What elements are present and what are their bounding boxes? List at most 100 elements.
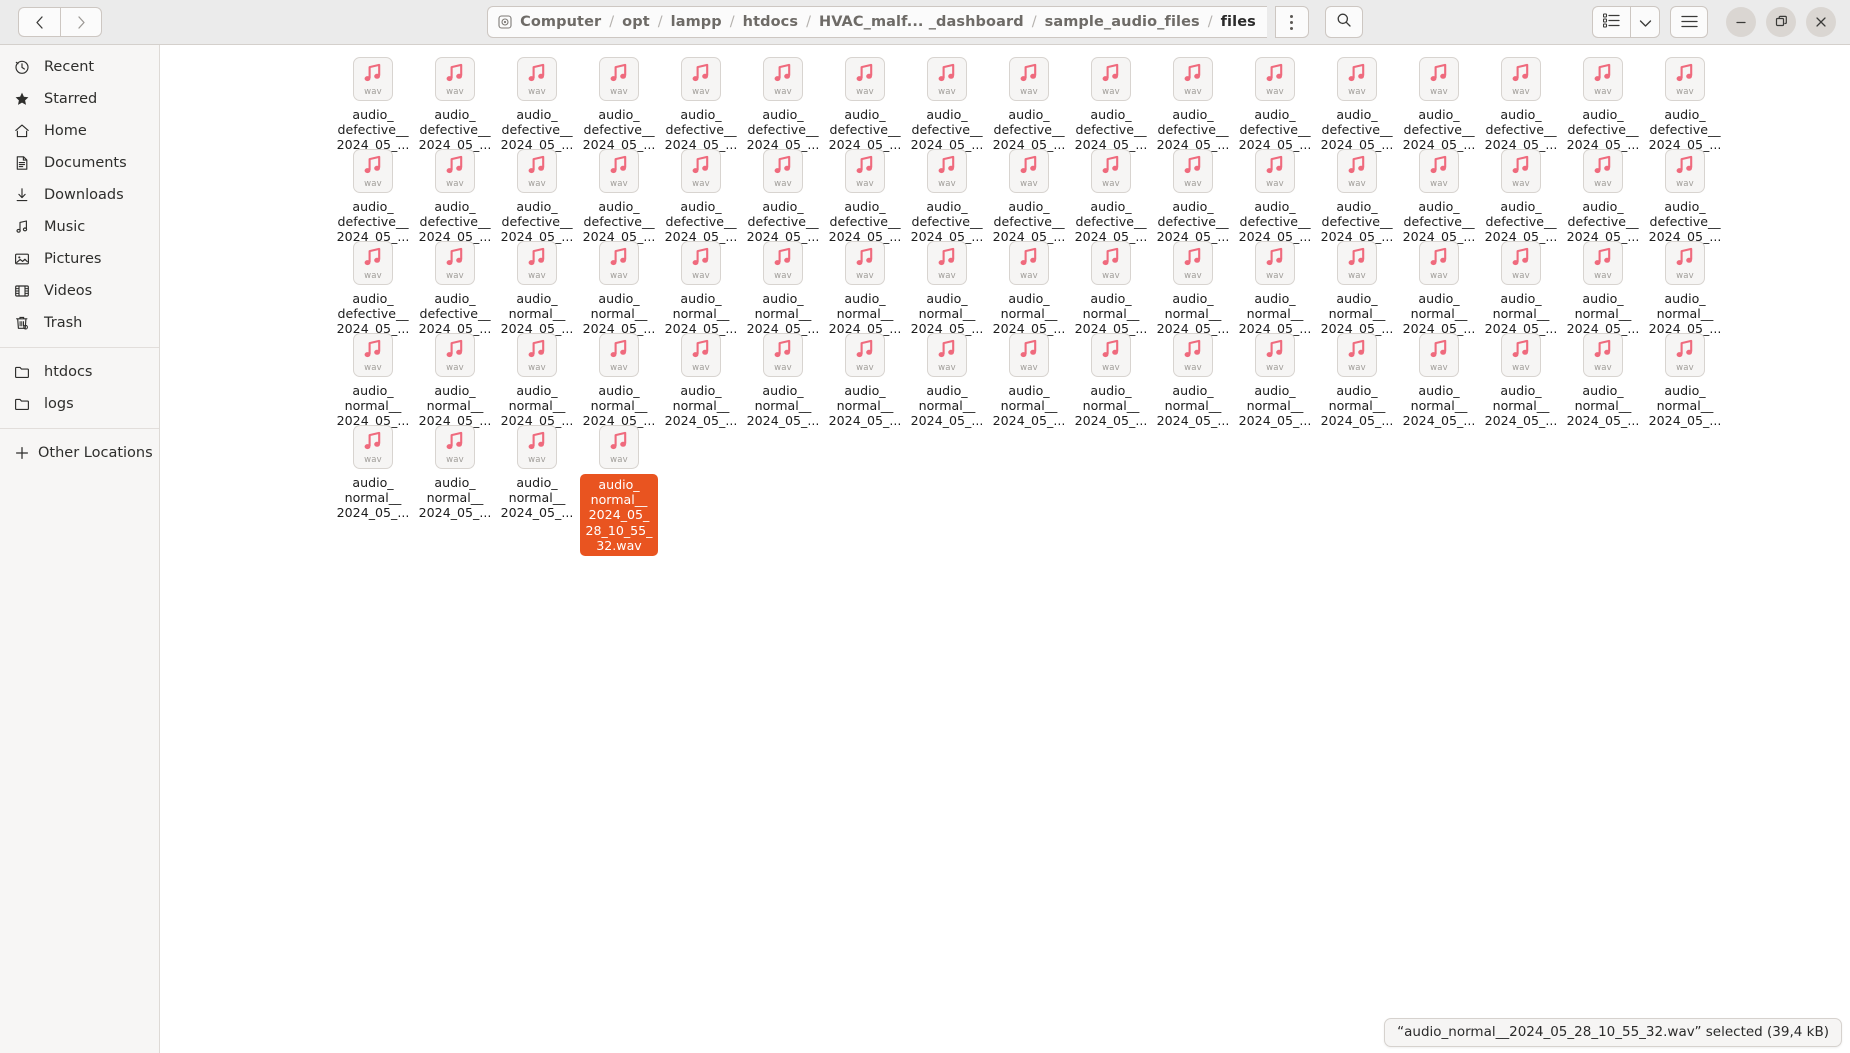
breadcrumb[interactable]: Computer / opt / lampp / htdocs / HVAC_m… <box>487 6 1267 38</box>
breadcrumb-item-opt[interactable]: opt <box>622 14 650 30</box>
file-item[interactable]: wav audio_ normal__ 2024_05_... <box>496 421 578 520</box>
file-item[interactable]: wav audio_ defective__ 2024_05_... <box>988 145 1070 244</box>
file-item[interactable]: wav audio_ normal__ 2024_05_... <box>332 421 414 520</box>
close-button[interactable] <box>1806 7 1836 37</box>
file-item[interactable]: wav audio_ defective__ 2024_05_... <box>1234 53 1316 152</box>
sidebar-item-videos[interactable]: Videos <box>6 275 153 307</box>
file-item[interactable]: wav audio_ normal__ 2024_05_... <box>1234 237 1316 336</box>
file-item[interactable]: wav audio_ normal__ 2024_05_... <box>496 237 578 336</box>
path-menu-button[interactable] <box>1274 6 1309 38</box>
file-item[interactable]: wav audio_ normal__ 2024_05_... <box>824 329 906 428</box>
file-item[interactable]: wav audio_ normal__ 2024_05_... <box>1398 329 1480 428</box>
file-item[interactable]: wav audio_ normal__ 2024_05_... <box>1152 329 1234 428</box>
file-item[interactable]: wav audio_ normal__ 2024_05_... <box>906 329 988 428</box>
file-item[interactable]: wav audio_ defective__ 2024_05_... <box>496 53 578 152</box>
file-item[interactable]: wav audio_ defective__ 2024_05_... <box>824 53 906 152</box>
file-item[interactable]: wav audio_ defective__ 2024_05_... <box>1562 145 1644 244</box>
file-item[interactable]: wav audio_ defective__ 2024_05_... <box>1644 145 1726 244</box>
file-item[interactable]: wav audio_ normal__ 2024_05_... <box>660 329 742 428</box>
file-item[interactable]: wav audio_ defective__ 2024_05_... <box>578 145 660 244</box>
file-item[interactable]: wav audio_ defective__ 2024_05_... <box>1316 53 1398 152</box>
main-menu-button[interactable] <box>1670 6 1708 38</box>
file-item[interactable]: wav audio_ normal__ 2024_05_... <box>1152 237 1234 336</box>
file-item[interactable]: wav audio_ defective__ 2024_05_... <box>1398 145 1480 244</box>
file-item[interactable]: wav audio_ defective__ 2024_05_... <box>742 53 824 152</box>
file-item[interactable]: wav audio_ normal__ 2024_05_... <box>660 237 742 336</box>
search-button[interactable] <box>1324 6 1363 38</box>
file-item[interactable]: wav audio_ defective__ 2024_05_... <box>660 53 742 152</box>
file-item[interactable]: wav audio_ defective__ 2024_05_... <box>414 237 496 336</box>
file-item[interactable]: wav audio_ defective__ 2024_05_... <box>578 53 660 152</box>
file-item[interactable]: wav audio_ defective__ 2024_05_... <box>660 145 742 244</box>
file-item[interactable]: wav audio_ defective__ 2024_05_... <box>1070 53 1152 152</box>
file-item[interactable]: wav audio_ normal__ 2024_05_... <box>824 237 906 336</box>
file-item[interactable]: wav audio_ normal__ 2024_05_... <box>1234 329 1316 428</box>
file-item-selected[interactable]: wav audio_ normal__ 2024_05_ 28_10_55_ 32.wav <box>578 421 660 557</box>
back-button[interactable] <box>18 7 60 37</box>
sidebar-item-documents[interactable]: Documents <box>6 147 153 179</box>
forward-button[interactable] <box>60 7 102 37</box>
file-item[interactable]: wav audio_ defective__ 2024_05_... <box>1480 145 1562 244</box>
sidebar-item-music[interactable]: Music <box>6 211 153 243</box>
minimize-button[interactable] <box>1726 7 1756 37</box>
sidebar-item-downloads[interactable]: Downloads <box>6 179 153 211</box>
file-item[interactable]: wav audio_ normal__ 2024_05_... <box>988 329 1070 428</box>
view-options-dropdown[interactable] <box>1630 6 1660 38</box>
sidebar-item-starred[interactable]: Starred <box>6 83 153 115</box>
file-item[interactable]: wav audio_ defective__ 2024_05_... <box>1562 53 1644 152</box>
file-item[interactable]: wav audio_ defective__ 2024_05_... <box>496 145 578 244</box>
sidebar-item-home[interactable]: Home <box>6 115 153 147</box>
file-item[interactable]: wav audio_ normal__ 2024_05_... <box>1070 237 1152 336</box>
file-item[interactable]: wav audio_ defective__ 2024_05_... <box>414 145 496 244</box>
breadcrumb-item-dashboard[interactable]: HVAC_malf... _dashboard <box>819 14 1024 30</box>
file-item[interactable]: wav audio_ normal__ 2024_05_... <box>1316 237 1398 336</box>
breadcrumb-item-lampp[interactable]: lampp <box>671 14 722 30</box>
sidebar-item-recent[interactable]: Recent <box>6 51 153 83</box>
file-item[interactable]: wav audio_ normal__ 2024_05_... <box>414 329 496 428</box>
file-item[interactable]: wav audio_ normal__ 2024_05_... <box>1562 329 1644 428</box>
file-item[interactable]: wav audio_ normal__ 2024_05_... <box>742 237 824 336</box>
file-item[interactable]: wav audio_ defective__ 2024_05_... <box>1398 53 1480 152</box>
file-item[interactable]: wav audio_ defective__ 2024_05_... <box>1152 145 1234 244</box>
file-item[interactable]: wav audio_ normal__ 2024_05_... <box>1644 329 1726 428</box>
file-item[interactable]: wav audio_ normal__ 2024_05_... <box>988 237 1070 336</box>
file-item[interactable]: wav audio_ normal__ 2024_05_... <box>1480 237 1562 336</box>
file-item[interactable]: wav audio_ defective__ 2024_05_... <box>1070 145 1152 244</box>
file-item[interactable]: wav audio_ normal__ 2024_05_... <box>742 329 824 428</box>
file-item[interactable]: wav audio_ defective__ 2024_05_... <box>1480 53 1562 152</box>
file-item[interactable]: wav audio_ defective__ 2024_05_... <box>332 145 414 244</box>
sidebar-item-htdocs[interactable]: htdocs <box>6 356 153 388</box>
breadcrumb-item-sample-audio-files[interactable]: sample_audio_files <box>1045 14 1200 30</box>
sidebar-item-trash[interactable]: Trash <box>6 307 153 339</box>
breadcrumb-item-computer[interactable]: Computer <box>520 14 601 30</box>
file-item[interactable]: wav audio_ defective__ 2024_05_... <box>332 53 414 152</box>
sidebar-item-logs[interactable]: logs <box>6 388 153 420</box>
sidebar-item-other-locations[interactable]: Other Locations <box>6 437 153 469</box>
file-item[interactable]: wav audio_ defective__ 2024_05_... <box>1234 145 1316 244</box>
file-item[interactable]: wav audio_ defective__ 2024_05_... <box>414 53 496 152</box>
file-item[interactable]: wav audio_ defective__ 2024_05_... <box>332 237 414 336</box>
file-item[interactable]: wav audio_ normal__ 2024_05_... <box>414 421 496 520</box>
file-item[interactable]: wav audio_ defective__ 2024_05_... <box>742 145 824 244</box>
file-item[interactable]: wav audio_ defective__ 2024_05_... <box>824 145 906 244</box>
file-item[interactable]: wav audio_ normal__ 2024_05_... <box>1644 237 1726 336</box>
file-item[interactable]: wav audio_ defective__ 2024_05_... <box>1644 53 1726 152</box>
breadcrumb-item-files[interactable]: files <box>1221 14 1256 30</box>
file-item[interactable]: wav audio_ normal__ 2024_05_... <box>578 237 660 336</box>
list-view-button[interactable] <box>1592 6 1630 38</box>
file-item[interactable]: wav audio_ defective__ 2024_05_... <box>1316 145 1398 244</box>
file-item[interactable]: wav audio_ normal__ 2024_05_... <box>578 329 660 428</box>
file-item[interactable]: wav audio_ normal__ 2024_05_... <box>1398 237 1480 336</box>
breadcrumb-item-htdocs[interactable]: htdocs <box>743 14 798 30</box>
file-item[interactable]: wav audio_ defective__ 2024_05_... <box>906 145 988 244</box>
file-item[interactable]: wav audio_ normal__ 2024_05_... <box>496 329 578 428</box>
sidebar-item-pictures[interactable]: Pictures <box>6 243 153 275</box>
file-item[interactable]: wav audio_ defective__ 2024_05_... <box>988 53 1070 152</box>
file-item[interactable]: wav audio_ normal__ 2024_05_... <box>906 237 988 336</box>
file-item[interactable]: wav audio_ normal__ 2024_05_... <box>1316 329 1398 428</box>
file-view[interactable]: wav audio_ defective__ 2024_05_... wav audio_… <box>160 45 1850 1053</box>
file-item[interactable]: wav audio_ normal__ 2024_05_... <box>332 329 414 428</box>
file-item[interactable]: wav audio_ normal__ 2024_05_... <box>1480 329 1562 428</box>
file-item[interactable]: wav audio_ normal__ 2024_05_... <box>1562 237 1644 336</box>
maximize-button[interactable] <box>1766 7 1796 37</box>
